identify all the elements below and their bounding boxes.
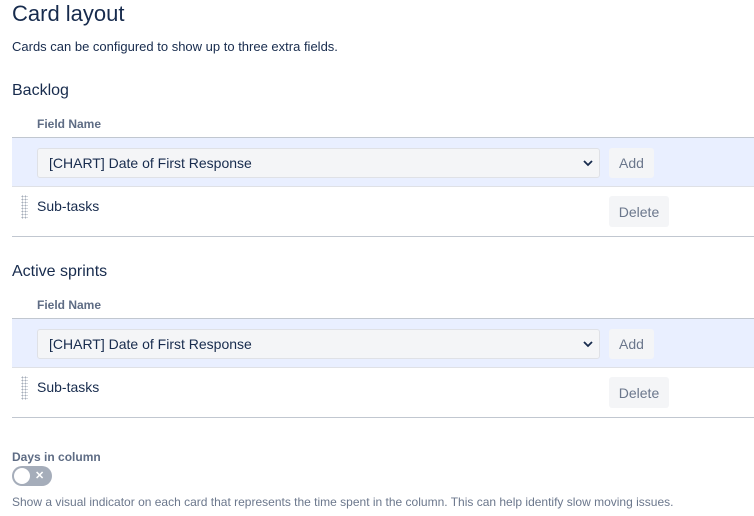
field-name-header: Field Name <box>37 117 102 131</box>
field-select[interactable]: [CHART] Date of First Response <box>37 329 600 359</box>
page-title: Card layout <box>12 1 125 26</box>
field-row: Sub-tasks Delete <box>12 187 754 237</box>
section-title-backlog: Backlog <box>12 82 69 99</box>
add-button[interactable]: Add <box>609 148 654 178</box>
days-in-column-label: Days in column <box>12 450 101 464</box>
days-in-column-description: Show a visual indicator on each card tha… <box>12 495 674 509</box>
field-select[interactable]: [CHART] Date of First Response <box>37 148 600 178</box>
add-button[interactable]: Add <box>609 329 654 359</box>
delete-button[interactable]: Delete <box>609 377 669 408</box>
field-name: Sub-tasks <box>37 198 100 214</box>
drag-handle-icon[interactable] <box>21 195 28 219</box>
section-title-active-sprints: Active sprints <box>12 263 108 280</box>
chevron-down-icon <box>583 160 593 167</box>
drag-handle-icon[interactable] <box>21 376 28 400</box>
add-field-row: [CHART] Date of First Response Add <box>12 137 754 187</box>
toggle-knob <box>14 468 30 484</box>
chevron-down-icon <box>583 341 593 348</box>
x-icon: ✕ <box>35 470 45 482</box>
field-row: Sub-tasks Delete <box>12 368 754 418</box>
field-select-value: [CHART] Date of First Response <box>49 336 252 352</box>
delete-button[interactable]: Delete <box>609 196 669 227</box>
page-description: Cards can be configured to show up to th… <box>12 39 338 54</box>
field-name: Sub-tasks <box>37 379 100 395</box>
add-field-row: [CHART] Date of First Response Add <box>12 318 754 368</box>
field-name-header: Field Name <box>37 298 102 312</box>
days-in-column-toggle[interactable]: ✕ <box>12 466 52 486</box>
field-select-value: [CHART] Date of First Response <box>49 155 252 171</box>
